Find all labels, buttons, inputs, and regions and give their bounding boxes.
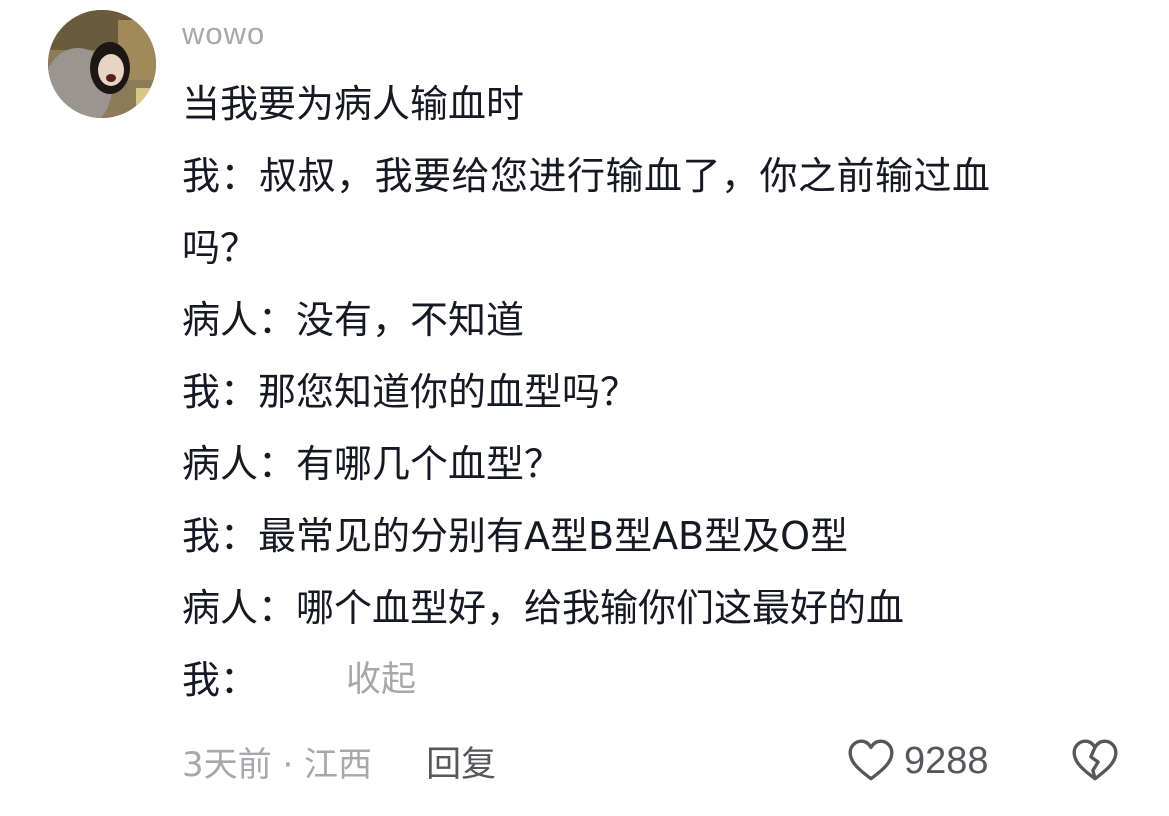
comment-line-prefix: 我： (182, 658, 259, 702)
comment-line: 病人：有哪几个血型？ (182, 442, 563, 486)
comment-line: 我：那您知道你的血型吗？ (182, 370, 639, 414)
comment-line: 当我要为病人输血时 (182, 82, 525, 126)
like-count: 9288 (904, 739, 989, 782)
comment-footer: 3天前 · 江西 回复 9288 (182, 732, 1132, 790)
heart-outline-icon[interactable] (846, 736, 896, 786)
broken-heart-icon[interactable] (1070, 736, 1120, 786)
username[interactable]: wowo (182, 14, 265, 54)
comment-line: 病人：哪个血型好，给我输你们这最好的血 (182, 586, 905, 630)
comment-line: 病人：没有，不知道 (182, 298, 525, 342)
comment-last-line: 我： 收起 (182, 644, 1122, 716)
comment-meta: 3天前 · 江西 (182, 744, 373, 785)
reply-button[interactable]: 回复 (426, 736, 496, 787)
collapse-button[interactable]: 收起 (346, 644, 416, 716)
like-group[interactable]: 9288 (846, 732, 989, 790)
avatar-photo (48, 10, 156, 118)
comment-body: 当我要为病人输血时 我：叔叔，我要给您进行输血了，你之前输过血 吗？ 病人：没有… (182, 68, 1122, 716)
comment-line: 我：最常见的分别有A型B型AB型及O型 (182, 514, 849, 558)
comment-line: 吗？ (182, 226, 259, 270)
avatar[interactable] (48, 10, 156, 118)
comment-line: 我：叔叔，我要给您进行输血了，你之前输过血 (182, 154, 991, 198)
